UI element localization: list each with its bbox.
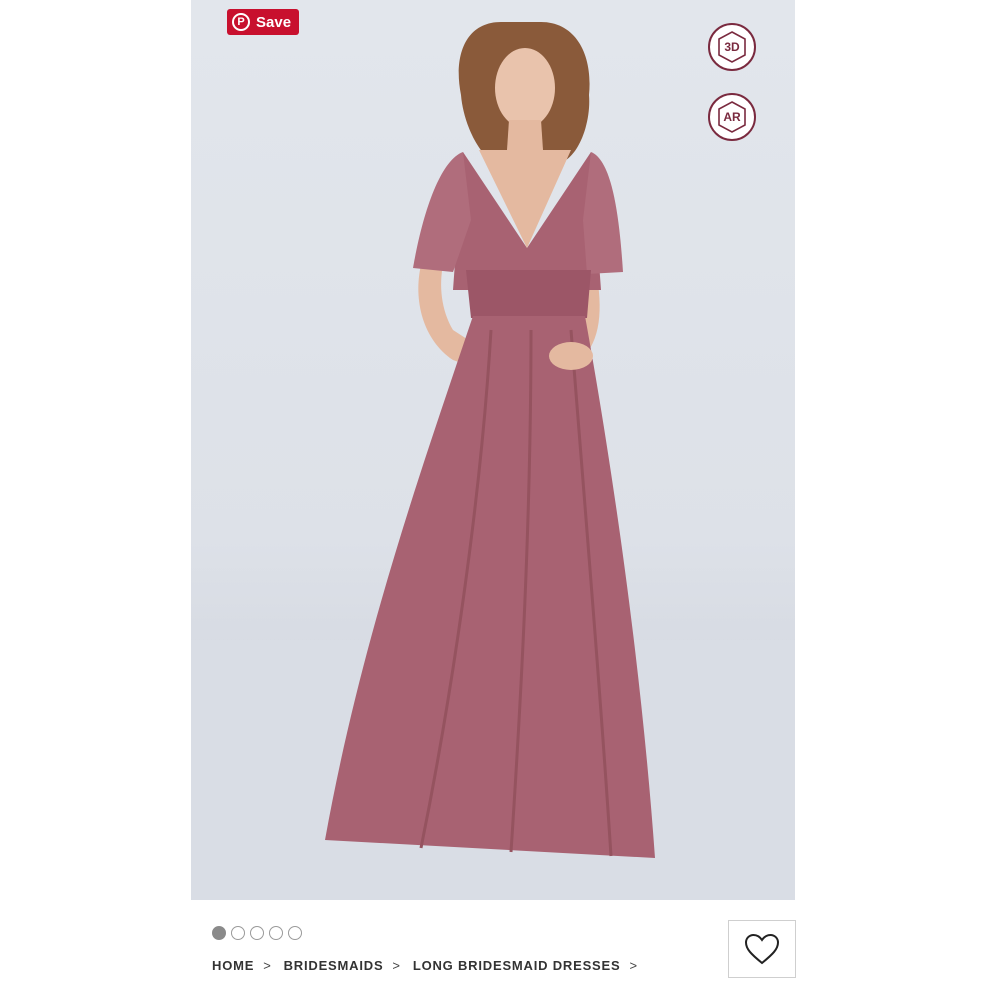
breadcrumb-bridesmaids[interactable]: BRIDESMAIDS <box>284 958 384 973</box>
carousel-dot[interactable] <box>231 926 245 940</box>
view-3d-button[interactable]: 3D <box>708 23 756 71</box>
product-image[interactable]: P Save 3D AR <box>191 0 795 900</box>
breadcrumb-home[interactable]: HOME <box>212 958 254 973</box>
view-ar-button[interactable]: AR <box>708 93 756 141</box>
breadcrumb-long-bridesmaid-dresses[interactable]: LONG BRIDESMAID DRESSES <box>413 958 621 973</box>
add-to-favorites-button[interactable] <box>728 920 796 978</box>
breadcrumb-separator: > <box>629 958 638 973</box>
carousel-dot[interactable] <box>212 926 226 940</box>
view-3d-label: 3D <box>724 40 740 54</box>
carousel-dot[interactable] <box>288 926 302 940</box>
pinterest-icon: P <box>232 13 250 31</box>
view-ar-label: AR <box>723 110 741 124</box>
pinterest-save-button[interactable]: P Save <box>227 9 299 35</box>
breadcrumb-separator: > <box>263 958 272 973</box>
breadcrumb-separator: > <box>392 958 401 973</box>
save-label: Save <box>256 13 292 31</box>
model-wearing-dress-photo <box>191 22 795 900</box>
carousel-dot[interactable] <box>250 926 264 940</box>
breadcrumb: HOME > BRIDESMAIDS > LONG BRIDESMAID DRE… <box>212 958 650 973</box>
image-carousel-dots <box>212 926 302 940</box>
carousel-dot[interactable] <box>269 926 283 940</box>
heart-icon <box>744 933 780 965</box>
